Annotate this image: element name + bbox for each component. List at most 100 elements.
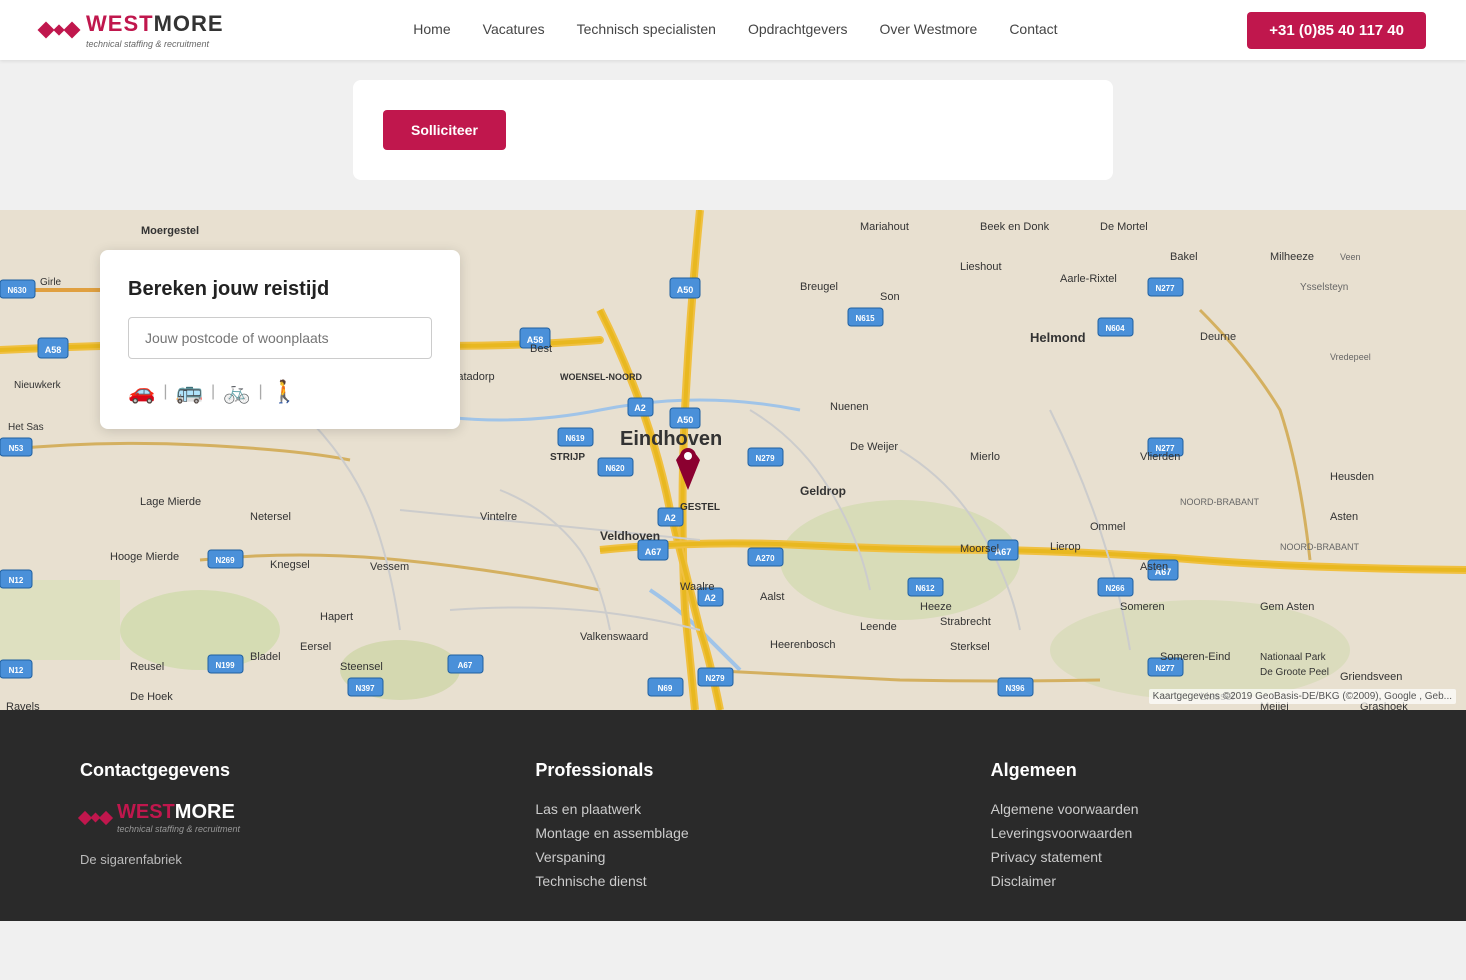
svg-text:Moorsel: Moorsel	[960, 543, 999, 555]
footer-contact-heading: Contactgegevens	[80, 760, 475, 781]
svg-text:Vlierden: Vlierden	[1140, 451, 1180, 463]
nav-home[interactable]: Home	[413, 21, 450, 37]
svg-text:N620: N620	[605, 464, 625, 473]
transport-icons: 🚗 | 🚌 | 🚲 | 🚶	[128, 379, 432, 405]
svg-text:Mierlo: Mierlo	[970, 451, 1000, 463]
postcode-input[interactable]	[128, 317, 432, 359]
footer-link-disclaimer[interactable]: Disclaimer	[991, 873, 1056, 890]
nav-opdrachtgevers[interactable]: Opdrachtgevers	[748, 21, 848, 37]
footer-professionals-heading: Professionals	[535, 760, 930, 781]
svg-text:Leende: Leende	[860, 621, 897, 633]
svg-text:Aarle-Rixtel: Aarle-Rixtel	[1060, 273, 1117, 285]
top-section: Solliciteer	[0, 60, 1466, 210]
svg-text:Mariahout: Mariahout	[860, 221, 909, 233]
footer-logo-text: WESTWESTMOREMORE	[117, 801, 240, 824]
svg-text:Asten: Asten	[1140, 561, 1168, 573]
svg-text:Griendsveen: Griendsveen	[1340, 671, 1402, 683]
nav-technisch[interactable]: Technisch specialisten	[577, 21, 716, 37]
svg-text:A2: A2	[634, 403, 646, 413]
footer-diamond-3	[99, 810, 113, 824]
transit-icon[interactable]: 🚌	[176, 379, 203, 405]
footer-algemeen-links: Algemene voorwaarden Leveringsvoorwaarde…	[991, 801, 1386, 891]
phone-button[interactable]: +31 (0)85 40 117 40	[1247, 12, 1426, 49]
svg-text:Girle: Girle	[40, 277, 62, 288]
svg-text:A2: A2	[704, 593, 716, 603]
bike-icon[interactable]: 🚲	[223, 379, 250, 405]
nav-contact[interactable]: Contact	[1009, 21, 1057, 37]
diamond-icon-1	[38, 22, 55, 39]
svg-text:Hooge Mierde: Hooge Mierde	[110, 551, 179, 563]
footer-link-privacy[interactable]: Privacy statement	[991, 849, 1102, 866]
svg-text:N279: N279	[705, 674, 725, 683]
footer-link-las[interactable]: Las en plaatwerk	[535, 801, 641, 818]
separator-3: |	[259, 383, 263, 401]
walk-icon[interactable]: 🚶	[271, 379, 298, 405]
footer-link-leveringsvoorwaarden[interactable]: Leveringsvoorwaarden	[991, 825, 1133, 842]
svg-text:Geldrop: Geldrop	[800, 484, 846, 498]
svg-text:N53: N53	[9, 444, 24, 453]
svg-text:Aalst: Aalst	[760, 591, 784, 603]
svg-text:Valkenswaard: Valkenswaard	[580, 631, 648, 643]
svg-text:Vredepeel: Vredepeel	[1330, 352, 1371, 362]
svg-text:N12: N12	[9, 666, 24, 675]
svg-text:N397: N397	[355, 684, 375, 693]
footer-link-montage[interactable]: Montage en assemblage	[535, 825, 688, 842]
footer-link-technische[interactable]: Technische dienst	[535, 873, 646, 890]
svg-text:Asten: Asten	[1330, 511, 1358, 523]
svg-text:Deurne: Deurne	[1200, 331, 1236, 343]
separator-2: |	[211, 383, 215, 401]
svg-text:Helmond: Helmond	[1030, 330, 1086, 345]
nav-vacatures[interactable]: Vacatures	[483, 21, 545, 37]
svg-text:Knegsel: Knegsel	[270, 559, 310, 571]
svg-text:Bladel: Bladel	[250, 651, 281, 663]
svg-text:De Groote Peel: De Groote Peel	[1260, 667, 1329, 678]
content-card: Solliciteer	[353, 80, 1113, 180]
svg-text:N266: N266	[1105, 584, 1125, 593]
svg-text:Someren-Eind: Someren-Eind	[1160, 651, 1230, 663]
svg-text:Eindhoven: Eindhoven	[620, 428, 722, 450]
svg-text:Nuenen: Nuenen	[830, 401, 869, 413]
svg-text:Veldhoven: Veldhoven	[600, 529, 660, 543]
svg-text:Vessem: Vessem	[370, 561, 409, 573]
map-section: A58 A58 A58 A58 A50 A50 A2 A2 A2 A67 A67…	[0, 210, 1466, 710]
svg-text:N199: N199	[215, 661, 235, 670]
car-icon[interactable]: 🚗	[128, 379, 155, 405]
footer-link-verspaning[interactable]: Verspaning	[535, 849, 605, 866]
svg-text:Steensel: Steensel	[340, 661, 383, 673]
main-nav: Home Vacatures Technisch specialisten Op…	[413, 21, 1057, 39]
site-header: WESTMORE technical staffing & recruitmen…	[0, 0, 1466, 60]
svg-text:Waalre: Waalre	[680, 581, 714, 593]
svg-text:Het Sas: Het Sas	[8, 422, 44, 433]
diamond-icon-3	[64, 22, 81, 39]
separator-1: |	[163, 383, 167, 401]
svg-text:Ommel: Ommel	[1090, 521, 1125, 533]
logo-icon	[40, 24, 78, 36]
svg-text:A58: A58	[45, 345, 62, 355]
footer-logo: WESTWESTMOREMORE technical staffing & re…	[80, 801, 475, 834]
logo[interactable]: WESTMORE technical staffing & recruitmen…	[40, 11, 224, 49]
svg-text:N69: N69	[658, 684, 673, 693]
svg-text:A50: A50	[677, 415, 694, 425]
svg-text:N604: N604	[1105, 324, 1125, 333]
svg-text:Heeze: Heeze	[920, 601, 952, 613]
svg-text:Someren: Someren	[1120, 601, 1165, 613]
svg-text:Vintelre: Vintelre	[480, 511, 517, 523]
svg-text:Milheeze: Milheeze	[1270, 251, 1314, 263]
svg-text:Lieshout: Lieshout	[960, 261, 1002, 273]
svg-text:N12: N12	[9, 576, 24, 585]
svg-text:NOORD-BRABANT: NOORD-BRABANT	[1180, 497, 1260, 507]
travel-widget-title: Bereken jouw reistijd	[128, 278, 432, 301]
footer-professionals-links: Las en plaatwerk Montage en assemblage V…	[535, 801, 930, 891]
svg-text:Beek en Donk: Beek en Donk	[980, 221, 1050, 233]
svg-text:N630: N630	[7, 286, 27, 295]
svg-text:De Weijer: De Weijer	[850, 441, 898, 453]
nav-over[interactable]: Over Westmore	[880, 21, 978, 37]
apply-button[interactable]: Solliciteer	[383, 110, 506, 150]
svg-text:Strabrecht: Strabrecht	[940, 616, 991, 628]
svg-text:Ravels: Ravels	[6, 701, 40, 710]
travel-widget: Bereken jouw reistijd 🚗 | 🚌 | 🚲 | 🚶	[100, 250, 460, 429]
svg-text:N279: N279	[755, 454, 775, 463]
nav-list: Home Vacatures Technisch specialisten Op…	[413, 21, 1057, 39]
footer-logo-sub: technical staffing & recruitment	[117, 824, 240, 834]
footer-link-algemene[interactable]: Algemene voorwaarden	[991, 801, 1139, 818]
